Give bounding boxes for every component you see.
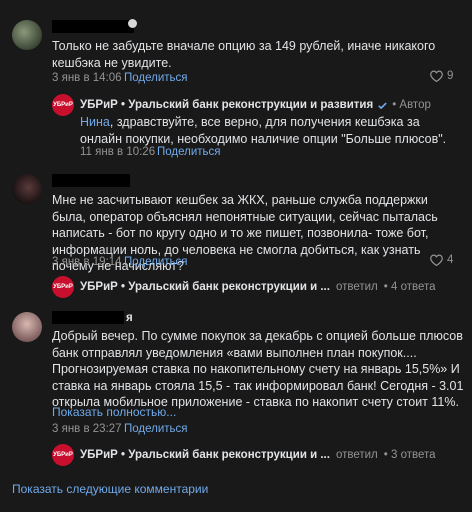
heart-icon bbox=[430, 70, 443, 82]
reply-text: Нина, здравствуйте, все верно, для получ… bbox=[80, 114, 460, 147]
reply-share-button[interactable]: Поделиться bbox=[157, 146, 221, 158]
avatar[interactable] bbox=[12, 20, 42, 50]
thread-action: ответил bbox=[335, 281, 378, 293]
share-button[interactable]: Поделиться bbox=[124, 72, 188, 84]
reply-header: УБРиР • Уральский банк реконструкции и р… bbox=[80, 99, 431, 111]
comment-time[interactable]: 3 янв в 23:27 bbox=[52, 423, 122, 435]
verified-icon bbox=[378, 101, 387, 109]
reply-addressee[interactable]: Нина bbox=[80, 115, 110, 129]
username-row: я bbox=[52, 311, 133, 324]
thread-author: УБРиР • Уральский банк реконструкции и .… bbox=[80, 449, 330, 461]
share-button[interactable]: Поделиться bbox=[124, 256, 188, 268]
ubrir-logo: УБРиР bbox=[52, 276, 74, 298]
comment-time[interactable]: 3 янв в 19:14 bbox=[52, 256, 122, 268]
thread-action: ответил bbox=[335, 449, 378, 461]
like-button[interactable]: 9 bbox=[430, 70, 453, 82]
reply-time[interactable]: 11 янв в 10:26 bbox=[80, 146, 155, 158]
comment-text: Добрый вечер. По сумме покупок за декабр… bbox=[52, 329, 464, 409]
show-next-comments-button[interactable]: Показать следующие комментарии bbox=[12, 482, 208, 496]
author-badge: • Автор bbox=[392, 99, 431, 111]
avatar[interactable] bbox=[12, 174, 42, 204]
username-suffix[interactable]: я bbox=[126, 312, 133, 324]
redacted-username bbox=[52, 20, 134, 33]
ubrir-logo[interactable]: УБРиР bbox=[52, 94, 74, 116]
thread-summary[interactable]: УБРиР УБРиР • Уральский банк реконструкц… bbox=[52, 276, 436, 298]
heart-icon bbox=[430, 254, 443, 266]
like-count: 4 bbox=[447, 254, 454, 266]
thread-author: УБРиР • Уральский банк реконструкции и .… bbox=[80, 281, 330, 293]
like-count: 9 bbox=[447, 70, 454, 82]
redacted-username bbox=[52, 311, 124, 324]
redacted-username bbox=[52, 174, 130, 187]
thread-count: • 3 ответа bbox=[383, 449, 436, 461]
thread-summary[interactable]: УБРиР УБРиР • Уральский банк реконструкц… bbox=[52, 444, 436, 466]
comment-time[interactable]: 3 янв в 14:06 bbox=[52, 72, 122, 84]
avatar[interactable] bbox=[12, 312, 42, 342]
thread-count: • 4 ответа bbox=[383, 281, 436, 293]
share-button[interactable]: Поделиться bbox=[124, 423, 188, 435]
user-status-icon bbox=[128, 19, 137, 28]
reply-body: , здравствуйте, все верно, для получения… bbox=[80, 115, 447, 146]
comment-text: Только не забудьте вначале опцию за 149 … bbox=[52, 39, 436, 70]
reply-author[interactable]: УБРиР • Уральский банк реконструкции и р… bbox=[80, 99, 373, 111]
like-button[interactable]: 4 bbox=[430, 254, 453, 266]
ubrir-logo: УБРиР bbox=[52, 444, 74, 466]
show-more-link[interactable]: Показать полностью... bbox=[52, 405, 176, 419]
